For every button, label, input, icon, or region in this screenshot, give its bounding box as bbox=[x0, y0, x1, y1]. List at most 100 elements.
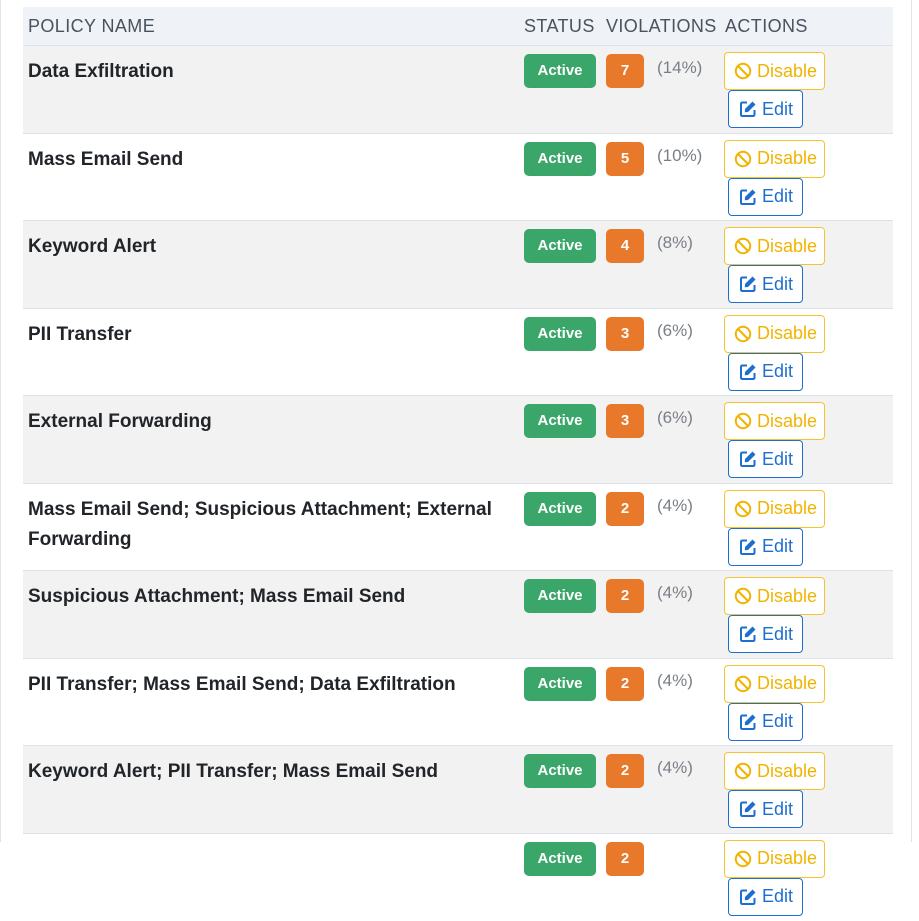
disable-button[interactable]: Disable bbox=[724, 577, 825, 615]
violation-count-badge: 5 bbox=[606, 141, 644, 176]
status-badge: Active bbox=[524, 754, 596, 788]
status-badge: Active bbox=[524, 316, 596, 351]
edit-button[interactable]: Edit bbox=[728, 790, 803, 828]
violation-percent: (4%) bbox=[657, 495, 693, 515]
violation-percent: (6%) bbox=[657, 320, 693, 340]
edit-button-label: Edit bbox=[762, 711, 794, 731]
ban-icon bbox=[734, 62, 752, 80]
violation-count-badge: 2 bbox=[606, 754, 644, 788]
edit-icon bbox=[739, 713, 757, 731]
violation-percent: (8%) bbox=[657, 233, 693, 252]
edit-button[interactable]: Edit bbox=[728, 90, 803, 128]
edit-icon bbox=[739, 625, 757, 643]
table-row: Data Exfiltration Active 7 (14%) Disable … bbox=[23, 45, 893, 133]
ban-icon bbox=[734, 675, 752, 693]
ban-icon bbox=[734, 850, 752, 868]
violation-count-badge: 2 bbox=[606, 491, 644, 526]
policy-name: Keyword Alert bbox=[23, 220, 519, 308]
table-row: Keyword Alert Active 4 (8%) Disable Edit bbox=[23, 220, 893, 308]
violation-count-badge: 2 bbox=[606, 841, 644, 876]
disable-button[interactable]: Disable bbox=[724, 402, 825, 440]
edit-button-label: Edit bbox=[762, 798, 794, 819]
status-badge: Active bbox=[524, 229, 596, 263]
status-badge: Active bbox=[524, 666, 596, 701]
edit-icon bbox=[739, 888, 757, 906]
edit-icon bbox=[739, 450, 757, 468]
edit-button[interactable]: Edit bbox=[728, 440, 803, 478]
column-header-status[interactable]: STATUS bbox=[519, 7, 601, 46]
edit-icon bbox=[739, 275, 757, 293]
violation-percent: (6%) bbox=[657, 408, 693, 427]
table-row: Keyword Alert; PII Transfer; Mass Email … bbox=[23, 745, 893, 833]
disable-button[interactable]: Disable bbox=[724, 227, 825, 265]
edit-button-label: Edit bbox=[762, 186, 794, 206]
column-header-policy-name[interactable]: POLICY NAME bbox=[23, 7, 519, 46]
policy-name: Mass Email Send; Suspicious Attachment; … bbox=[23, 482, 519, 571]
edit-icon bbox=[739, 363, 757, 381]
violation-percent: (10%) bbox=[657, 145, 703, 165]
violation-count-badge: 2 bbox=[606, 666, 644, 701]
table-row: External Forwarding Active 3 (6%) Disable… bbox=[23, 395, 893, 483]
disable-button-label: Disable bbox=[757, 60, 818, 81]
policy-name: PII Transfer bbox=[23, 307, 519, 396]
violation-count-badge: 3 bbox=[606, 404, 644, 438]
edit-button[interactable]: Edit bbox=[728, 877, 803, 916]
status-badge: Active bbox=[524, 841, 596, 876]
disable-button-label: Disable bbox=[757, 585, 818, 606]
disable-button[interactable]: Disable bbox=[724, 752, 825, 790]
edit-button-label: Edit bbox=[762, 448, 794, 469]
disable-button-label: Disable bbox=[757, 760, 818, 781]
disable-button[interactable]: Disable bbox=[724, 314, 825, 353]
violation-count-badge: 3 bbox=[606, 316, 644, 351]
edit-button[interactable]: Edit bbox=[728, 177, 803, 216]
violation-count-badge: 4 bbox=[606, 229, 644, 263]
policies-table: POLICY NAME STATUS VIOLATIONS ACTIONS Da… bbox=[23, 7, 893, 921]
edit-button-label: Edit bbox=[762, 98, 794, 119]
table-header-row: POLICY NAME STATUS VIOLATIONS ACTIONS bbox=[23, 7, 893, 46]
page-frame: POLICY NAME STATUS VIOLATIONS ACTIONS Da… bbox=[0, 0, 912, 921]
ban-icon bbox=[734, 150, 752, 168]
disable-button-label: Disable bbox=[757, 498, 818, 518]
disable-button[interactable]: Disable bbox=[724, 664, 825, 703]
edit-button-label: Edit bbox=[762, 361, 794, 381]
disable-button-label: Disable bbox=[757, 848, 818, 868]
table-row: Suspicious Attachment; Mass Email Send A… bbox=[23, 570, 893, 658]
edit-icon bbox=[739, 100, 757, 118]
ban-icon bbox=[734, 412, 752, 430]
edit-button-label: Edit bbox=[762, 273, 794, 294]
column-header-violations[interactable]: VIOLATIONS bbox=[601, 7, 720, 46]
ban-icon bbox=[734, 762, 752, 780]
ban-icon bbox=[734, 500, 752, 518]
edit-button-label: Edit bbox=[762, 886, 794, 906]
disable-button-label: Disable bbox=[757, 323, 818, 343]
edit-button[interactable]: Edit bbox=[728, 527, 803, 566]
policy-name: PII Transfer; Mass Email Send; Data Exfi… bbox=[23, 657, 519, 746]
table-row: PII Transfer Active 3 (6%) Disable Edit bbox=[23, 307, 893, 396]
disable-button[interactable]: Disable bbox=[724, 139, 825, 178]
edit-button-label: Edit bbox=[762, 623, 794, 644]
violation-percent: (14%) bbox=[657, 58, 703, 77]
column-header-actions: ACTIONS bbox=[720, 7, 893, 46]
policy-name: Mass Email Send bbox=[23, 132, 519, 221]
violation-percent: (4%) bbox=[657, 758, 693, 777]
edit-button[interactable]: Edit bbox=[728, 615, 803, 653]
disable-button-label: Disable bbox=[757, 235, 818, 256]
policy-name: Suspicious Attachment; Mass Email Send bbox=[23, 570, 519, 658]
edit-button[interactable]: Edit bbox=[728, 702, 803, 741]
violation-percent: (4%) bbox=[657, 670, 693, 690]
status-badge: Active bbox=[524, 54, 596, 88]
policy-name bbox=[23, 832, 519, 921]
policy-name: Data Exfiltration bbox=[23, 45, 519, 133]
table-row: PII Transfer; Mass Email Send; Data Exfi… bbox=[23, 657, 893, 746]
violation-count-badge: 2 bbox=[606, 579, 644, 613]
violation-percent: (4%) bbox=[657, 583, 693, 602]
edit-button[interactable]: Edit bbox=[728, 352, 803, 391]
disable-button[interactable]: Disable bbox=[724, 839, 825, 878]
violation-count-badge: 7 bbox=[606, 54, 644, 88]
ban-icon bbox=[734, 587, 752, 605]
policy-name: Keyword Alert; PII Transfer; Mass Email … bbox=[23, 745, 519, 833]
disable-button[interactable]: Disable bbox=[724, 52, 825, 90]
edit-button-label: Edit bbox=[762, 536, 794, 556]
disable-button[interactable]: Disable bbox=[724, 489, 825, 528]
edit-button[interactable]: Edit bbox=[728, 265, 803, 303]
